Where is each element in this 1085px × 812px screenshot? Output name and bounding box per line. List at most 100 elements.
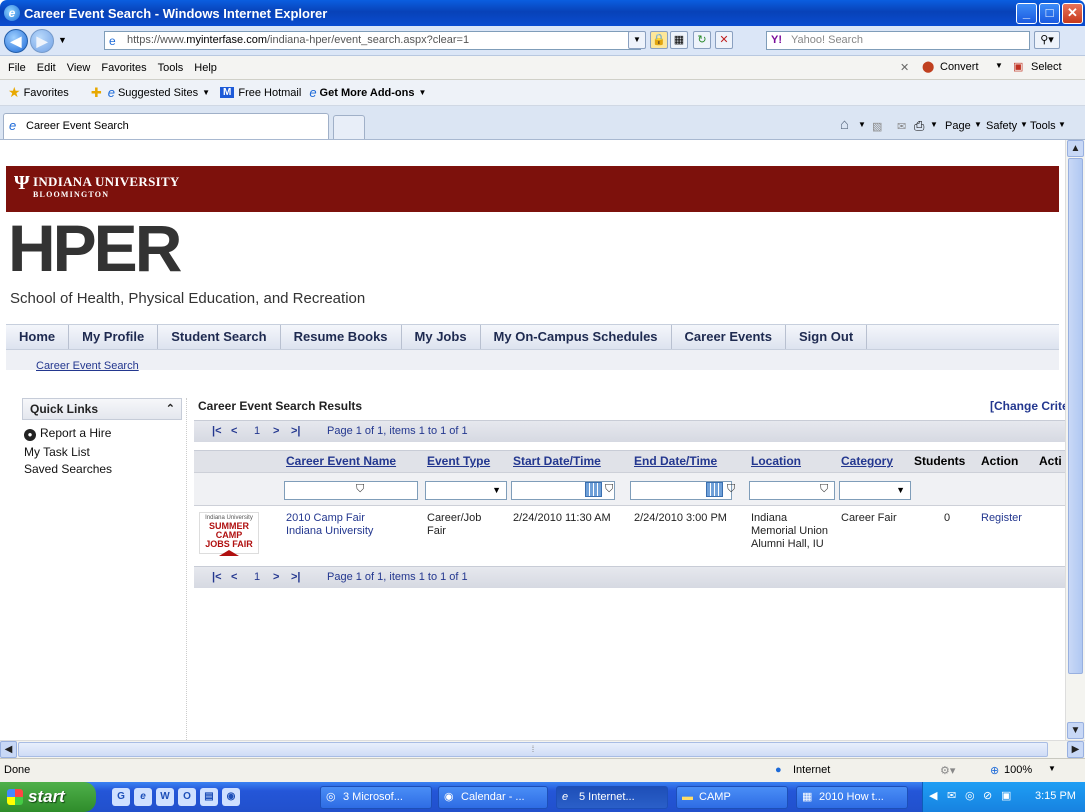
category-select[interactable]: ▼ — [839, 481, 911, 500]
col-career-event-name[interactable]: Career Event Name — [286, 454, 396, 468]
nav-my-profile[interactable]: My Profile — [69, 325, 159, 349]
col-end-date[interactable]: End Date/Time — [634, 454, 717, 468]
suggested-dropdown-icon[interactable]: ▼ — [202, 88, 210, 97]
taskbar-item-word-doc[interactable]: ▦ 2010 How t... — [796, 786, 908, 809]
scroll-right-icon[interactable]: ▶ — [1067, 741, 1084, 758]
close-toolbar-icon[interactable]: ✕ — [900, 61, 909, 74]
page-dropdown-icon[interactable]: ▼ — [974, 120, 982, 129]
nav-home[interactable]: Home — [6, 325, 70, 349]
next-page-button[interactable]: > — [273, 421, 279, 442]
page-menu-button[interactable]: Page — [945, 120, 971, 132]
nav-student-search[interactable]: Student Search — [158, 325, 281, 349]
col-event-type[interactable]: Event Type — [427, 454, 490, 468]
menu-favorites[interactable]: Favorites — [101, 62, 146, 74]
page-number[interactable]: 1 — [254, 421, 260, 442]
close-button[interactable]: ✕ — [1062, 3, 1083, 24]
next-page-button[interactable]: > — [273, 567, 279, 588]
col-category[interactable]: Category — [841, 454, 893, 468]
last-page-button[interactable]: >| — [291, 567, 301, 588]
menu-tools[interactable]: Tools — [158, 62, 184, 74]
get-addons-link[interactable]: Get More Add-ons — [320, 87, 415, 99]
quick-link-report-hire[interactable]: ● Report a Hire — [24, 426, 111, 441]
home-icon[interactable]: ⌂ — [840, 116, 849, 133]
first-page-button[interactable]: |< — [212, 567, 222, 588]
scroll-left-icon[interactable]: ◀ — [0, 741, 17, 758]
collapse-chevron-icon[interactable]: ⌃ — [166, 399, 175, 419]
last-page-button[interactable]: >| — [291, 421, 301, 442]
change-criteria-link[interactable]: [Change Crite — [990, 399, 1065, 413]
nav-sign-out[interactable]: Sign Out — [786, 325, 868, 349]
mail-icon[interactable]: ✉ — [897, 120, 906, 133]
filter-icon[interactable]: ⛉ — [356, 483, 364, 496]
prev-page-button[interactable]: < — [231, 567, 237, 588]
col-location[interactable]: Location — [751, 454, 801, 468]
tray-calendar-icon[interactable]: ▣ — [1001, 789, 1011, 802]
first-page-button[interactable]: |< — [212, 421, 222, 442]
nav-resume-books[interactable]: Resume Books — [281, 325, 402, 349]
tray-mail-icon[interactable]: ✉ — [947, 789, 956, 802]
tools-dropdown-icon[interactable]: ▼ — [1058, 120, 1066, 129]
print-icon[interactable]: ⎙ — [914, 118, 924, 134]
clock[interactable]: 3:15 PM — [1035, 790, 1076, 802]
filter-icon[interactable]: ⛉ — [605, 483, 613, 496]
zoom-dropdown-icon[interactable]: ▼ — [1048, 764, 1056, 773]
name-filter-input[interactable] — [284, 481, 418, 500]
safety-dropdown-icon[interactable]: ▼ — [1020, 120, 1028, 129]
horizontal-scrollbar[interactable]: ◀ ⁞ ▶ — [0, 740, 1085, 758]
compatibility-icon[interactable]: ▦ — [670, 31, 688, 49]
select-button[interactable]: Select — [1031, 61, 1062, 73]
taskbar-item-camp[interactable]: ▬ CAMP — [676, 786, 788, 809]
convert-button[interactable]: Convert — [940, 61, 979, 73]
tray-outlook-icon[interactable]: ◎ — [965, 789, 975, 802]
prev-page-button[interactable]: < — [231, 421, 237, 442]
page-number[interactable]: 1 — [254, 567, 260, 588]
add-favorite-icon[interactable]: ✚ — [91, 85, 102, 101]
taskbar-item-internet[interactable]: e 5 Internet... — [556, 786, 668, 809]
minimize-button[interactable]: _ — [1016, 3, 1037, 24]
menu-view[interactable]: View — [67, 62, 91, 74]
quicklaunch-firefox-icon[interactable]: ◉ — [222, 788, 240, 806]
new-tab-button[interactable] — [333, 115, 365, 139]
tray-update-icon[interactable]: ⊘ — [983, 789, 992, 802]
safety-menu-button[interactable]: Safety — [986, 120, 1017, 132]
register-link[interactable]: Register — [981, 512, 1022, 525]
convert-dropdown-icon[interactable]: ▼ — [995, 61, 1003, 70]
nav-career-events[interactable]: Career Events — [672, 325, 786, 349]
quicklaunch-icon[interactable]: G — [112, 788, 130, 806]
quicklaunch-ie-icon[interactable]: e — [134, 788, 152, 806]
home-dropdown-icon[interactable]: ▼ — [858, 120, 866, 129]
quicklaunch-desktop-icon[interactable]: ▤ — [200, 788, 218, 806]
taskbar-item-calendar[interactable]: ◉ Calendar - ... — [438, 786, 548, 809]
back-button[interactable]: ◀ — [4, 29, 28, 53]
tray-expand-icon[interactable]: ◀ — [929, 789, 937, 802]
tools-menu-button[interactable]: Tools — [1030, 120, 1056, 132]
free-hotmail-link[interactable]: Free Hotmail — [238, 87, 301, 99]
col-start-date[interactable]: Start Date/Time — [513, 454, 601, 468]
vertical-scrollbar[interactable]: ▲ ▼ — [1065, 140, 1085, 740]
filter-icon[interactable]: ⛉ — [820, 483, 828, 496]
horizontal-scroll-thumb[interactable]: ⁞ — [18, 742, 1048, 757]
breadcrumb[interactable]: Career Event Search — [36, 360, 139, 372]
window-title-bar[interactable]: e Career Event Search - Windows Internet… — [0, 0, 1085, 26]
menu-file[interactable]: File — [8, 62, 26, 74]
forward-button[interactable]: ▶ — [30, 29, 54, 53]
start-button[interactable]: start — [0, 782, 96, 812]
search-icon[interactable]: ⚲▾ — [1034, 31, 1060, 49]
start-calendar-icon[interactable] — [585, 482, 602, 497]
menu-edit[interactable]: Edit — [37, 62, 56, 74]
address-field[interactable]: e https://www.myinterfase.com/indiana-hp… — [104, 31, 641, 50]
scroll-up-icon[interactable]: ▲ — [1067, 140, 1084, 157]
history-dropdown-icon[interactable]: ▼ — [58, 35, 67, 45]
vertical-scroll-thumb[interactable] — [1068, 158, 1083, 674]
stop-icon[interactable]: ✕ — [715, 31, 733, 49]
quick-link-task-list[interactable]: My Task List — [24, 445, 90, 459]
event-name-link[interactable]: 2010 Camp Fair — [286, 512, 365, 524]
lock-icon[interactable]: 🔒 — [650, 31, 668, 49]
url-dropdown-icon[interactable]: ▼ — [628, 31, 646, 49]
quicklaunch-word-icon[interactable]: W — [156, 788, 174, 806]
protected-mode-icon[interactable]: ⚙▾ — [940, 764, 955, 777]
taskbar-item-outlook[interactable]: ◎ 3 Microsof... — [320, 786, 432, 809]
nav-my-jobs[interactable]: My Jobs — [402, 325, 481, 349]
print-dropdown-icon[interactable]: ▼ — [930, 120, 938, 129]
quick-link-saved-searches[interactable]: Saved Searches — [24, 462, 112, 476]
